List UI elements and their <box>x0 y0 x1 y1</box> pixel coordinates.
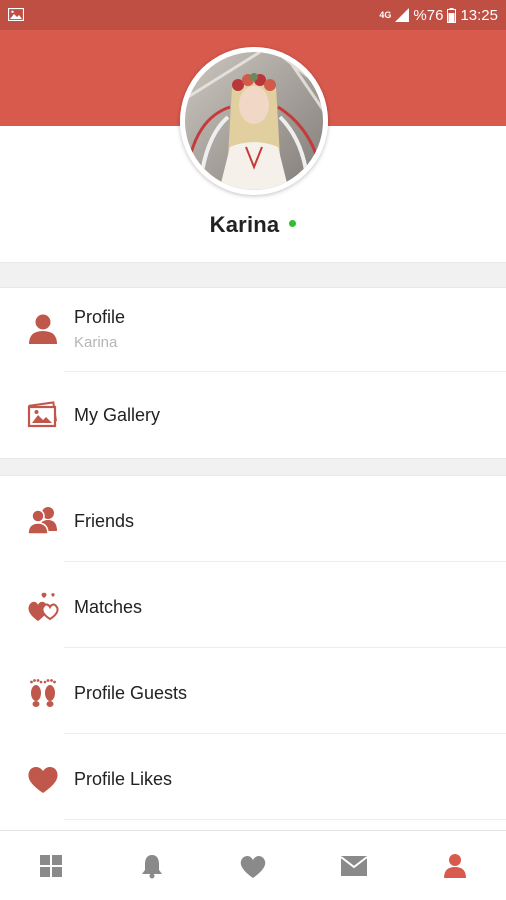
menu-item-guests[interactable]: Profile Guests <box>0 648 506 734</box>
grid-icon <box>39 854 62 877</box>
battery-icon <box>447 7 457 23</box>
image-notification-icon <box>8 8 24 21</box>
app-screen: 4G %76 13:25 Karina Profile Karina My Ga… <box>0 0 506 900</box>
avatar[interactable] <box>180 47 328 195</box>
status-bar: 4G %76 13:25 <box>0 0 506 30</box>
menu-item-likes[interactable]: Profile Likes <box>0 734 506 820</box>
person-icon <box>444 853 467 878</box>
bell-icon <box>141 854 162 878</box>
menu-item-label: Matches <box>74 597 143 617</box>
nav-profile-button[interactable] <box>405 831 506 900</box>
divider <box>64 819 506 820</box>
username: Karina <box>209 212 280 237</box>
heart-icon <box>26 762 60 796</box>
footprints-icon <box>26 675 60 709</box>
menu-item-label: My Gallery <box>74 405 161 425</box>
menu-item-gallery[interactable]: My Gallery <box>0 372 506 458</box>
online-indicator <box>289 219 297 227</box>
menu-item-matches[interactable]: Matches <box>0 562 506 648</box>
heart-icon <box>240 855 266 878</box>
section-separator <box>0 262 506 288</box>
signal-icon <box>395 8 410 22</box>
matches-hearts-icon <box>26 588 60 622</box>
person-icon <box>26 312 60 346</box>
envelope-icon <box>340 855 368 876</box>
avatar-photo <box>180 47 328 195</box>
bottom-navigation <box>0 830 506 900</box>
menu-item-label: Profile Guests <box>74 683 188 703</box>
menu-item-sublabel: Karina <box>74 334 118 351</box>
menu-item-label: Profile <box>74 307 126 327</box>
menu-item-label: Profile Likes <box>74 769 173 789</box>
clock: 13:25 <box>460 6 498 24</box>
gallery-icon <box>26 398 60 432</box>
nav-messages-button[interactable] <box>304 831 405 900</box>
menu-item-profile[interactable]: Profile Karina <box>0 288 506 372</box>
network-type: 4G <box>379 9 392 20</box>
status-indicators: 4G %76 13:25 <box>379 0 498 30</box>
nav-home-button[interactable] <box>0 831 101 900</box>
menu-item-label: Friends <box>74 511 135 531</box>
battery-percent: %76 <box>413 6 444 24</box>
friends-icon <box>26 503 60 537</box>
nav-notifications-button[interactable] <box>101 831 202 900</box>
menu-item-friends[interactable]: Friends <box>0 476 506 562</box>
username-row: Karina <box>0 208 506 242</box>
section-separator <box>0 458 506 476</box>
nav-likes-button[interactable] <box>202 831 303 900</box>
